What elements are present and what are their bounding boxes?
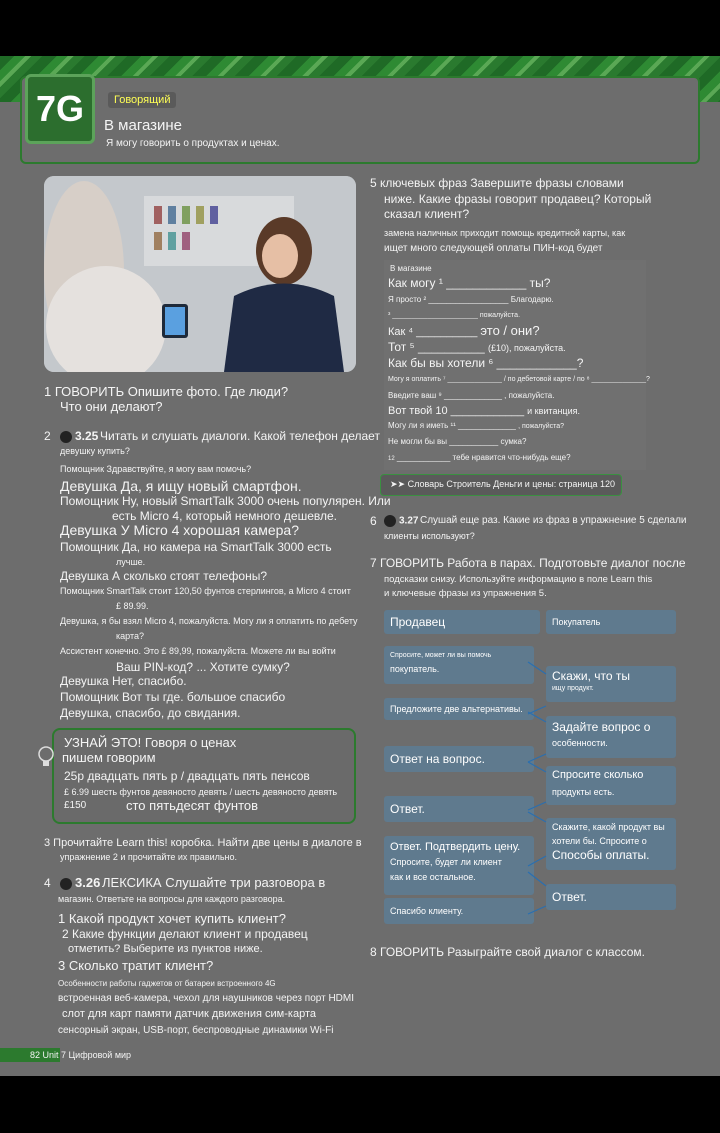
speaking-tag: Говорящий <box>108 92 177 108</box>
flow-arrow <box>527 761 547 773</box>
flow-arrows <box>527 661 547 915</box>
dialogue-line: £ 89.99. <box>116 601 149 611</box>
phrase-line: Вот твой 10 ____________ и квитанция. <box>388 405 580 417</box>
ex3-text: 3 Прочитайте Learn this! коробка. Найти … <box>44 837 362 849</box>
ex2-audio: 3.25 <box>60 429 98 443</box>
ex5-line2: ниже. Какие фразы говорит продавец? Кото… <box>384 192 652 206</box>
dialogue-line: Помощник SmartTalk стоит 120,50 фунтов с… <box>60 586 351 596</box>
lightbulb-icon <box>38 746 54 768</box>
know-subtitle: пишем говорим <box>62 750 156 765</box>
know-line2: £ 6.99 шесть фунтов девяносто девять / ш… <box>64 787 338 797</box>
ex4-features2: встроенная веб-камера, чехол для наушник… <box>58 993 355 1004</box>
ex1-label: 1 ГОВОРИТЬ Опишите фото. Где люди? <box>44 384 289 399</box>
vocabulary-builder-text[interactable]: ➤➤ Словарь Строитель Деньги и цены: стра… <box>390 479 615 490</box>
ex7-line2: подсказки снизу. Используйте информацию … <box>384 574 653 585</box>
ex4-line2: магазин. Ответьте на вопросы для каждого… <box>58 894 286 904</box>
ex4-q3: 3 Сколько тратит клиент? <box>58 958 214 973</box>
dialogue-line: Девушка А сколько стоят телефоны? <box>60 569 267 583</box>
know-title: УЗНАЙ ЭТО! Говоря о ценах <box>64 735 237 750</box>
ex2-text: Читать и слушать диалоги. Какой телефон … <box>100 429 380 443</box>
phrase-line: Тот ⁵ __________ (£10), пожалуйста. <box>388 340 566 354</box>
page-subtitle: Я могу говорить о продуктах и ценах. <box>106 138 280 149</box>
ex7-title: 7 ГОВОРИТЬ Работа в парах. Подготовьте д… <box>370 556 686 570</box>
phrase-line: Могу я оплатить ⁷ ______________ / по де… <box>388 376 650 383</box>
flow-arrow <box>527 661 547 675</box>
phrase-line: Как бы вы хотели ⁶ ____________? <box>388 356 584 370</box>
ex5-line3: сказал клиент? <box>384 207 470 221</box>
know-line4: сто пятьдесят фунтов <box>126 798 259 813</box>
ex4-features1: Особенности работы гаджетов от батареи в… <box>58 979 276 988</box>
ex4-features4: сенсорный экран, USB-порт, беспроводные … <box>58 1025 334 1036</box>
phrase-line: Введите ваш ⁹ _____________ , пожалуйста… <box>388 391 555 400</box>
flow-arrow <box>527 705 547 715</box>
page-title: В магазине <box>104 117 183 134</box>
phrase-line: Могу ли я иметь ¹¹ _____________ , пожал… <box>388 421 565 430</box>
dialogue-line: карта? <box>116 631 144 641</box>
phrase-line: 12 ____________ тебе нравится что-нибудь… <box>388 453 571 462</box>
phrase-line: Я просто ² __________________ Благодарю. <box>388 295 554 304</box>
arrow-icon: ➤➤ <box>390 479 408 489</box>
ex4-title: ЛЕКСИКА Слушайте три разговора в <box>102 875 326 890</box>
dialogue-line: лучше. <box>116 557 146 567</box>
ex4-q2b: отметить? Выберите из пунктов ниже. <box>68 943 263 955</box>
ex6-audio-track: 3.27 <box>399 515 419 527</box>
ex2-label: 2 <box>44 429 51 443</box>
ex4-features3: слот для карт памяти датчик движения сим… <box>62 1008 316 1020</box>
dialogue-line: Девушка, я бы взял Micro 4, пожалуйста. … <box>60 616 358 626</box>
flow-arrow <box>527 871 547 887</box>
ex4-audio-track: 3.26 <box>75 875 101 890</box>
phrase-line: Как могу ¹ ____________ ты? <box>388 276 551 290</box>
ex4-q2: 2 Какие функции делают клиент и продавец <box>62 927 308 941</box>
dialogue-line: Девушка Да, я ищу новый смартфон. <box>60 478 302 494</box>
ex3-line2: упражнение 2 и прочитайте их правильно. <box>60 852 238 862</box>
ex1-line2: Что они делают? <box>60 399 163 414</box>
phrase-line: ³ ______________________ пожалуйста. <box>388 312 521 319</box>
ex4-audio: 3.26 <box>60 876 100 890</box>
dialogue-line: Девушка Нет, спасибо. <box>60 674 187 688</box>
phrase-heading: В магазине <box>390 264 432 273</box>
ex6-text: Слушай еще раз. Какие из фраз в упражнен… <box>420 515 687 526</box>
ex5-words1: замена наличных приходит помощь кредитно… <box>384 228 626 238</box>
unit-tag: 7G <box>25 74 95 144</box>
dialogue-line: Помощник Да, но камера на SmartTalk 3000… <box>60 540 332 554</box>
textbook-page: 7G Говорящий В магазине Я могу говорить … <box>0 56 720 1076</box>
flow-arrow <box>527 753 547 763</box>
dialogue-line: есть Micro 4, который немного дешевле. <box>112 509 337 523</box>
ex8-text: 8 ГОВОРИТЬ Разыграйте свой диалог с клас… <box>370 945 645 959</box>
ex4-q1: 1 Какой продукт хочет купить клиент? <box>58 911 286 926</box>
dialogue-line: Девушка, спасибо, до свидания. <box>60 706 241 720</box>
headphones-icon <box>384 515 396 527</box>
ex6-line2: клиенты используют? <box>384 531 475 541</box>
phrase-line: Как ⁴ __________ это / они? <box>388 323 540 339</box>
ex2-line2: девушку купить? <box>60 446 130 456</box>
ex4-label: 4 <box>44 876 51 890</box>
flow-arrow <box>527 811 547 823</box>
flow-arrow <box>527 905 547 915</box>
ex6-audio: 3.27 <box>384 515 418 527</box>
ex5-words2: ищет много следующей оплаты ПИН-код буде… <box>384 243 603 254</box>
flow-arrow <box>527 711 547 723</box>
dialogue-line: Девушка У Micro 4 хорошая камера? <box>60 522 299 538</box>
know-line3: £150 <box>64 800 87 811</box>
headphones-icon <box>60 877 72 890</box>
shop-photo-illustration <box>44 176 356 372</box>
dialogue-line: Ассистент конечно. Это £ 89,99, пожалуйс… <box>60 646 336 656</box>
dialogue-line: Помощник Вот ты где. большое спасибо <box>60 690 286 704</box>
flow-arrow <box>527 801 547 811</box>
headphones-icon <box>60 430 72 443</box>
ex2-audio-track: 3.25 <box>75 429 99 443</box>
phrase-line: Не могли бы вы ___________ сумка? <box>388 437 527 446</box>
dialogue-line: Помощник Ну, новый SmartTalk 3000 очень … <box>60 494 391 508</box>
page-number: 82 Unit 7 Цифровой мир <box>30 1050 132 1060</box>
shop-photo <box>44 176 356 372</box>
ex5-title: 5 ключевых фраз Завершите фразы словами <box>370 176 624 190</box>
ex7-line3: и ключевые фразы из упражнения 5. <box>384 588 547 599</box>
flow-arrow <box>527 855 547 867</box>
dialogue-line: Помощник Здравствуйте, я могу вам помочь… <box>60 464 252 474</box>
ex6-label: 6 <box>370 514 377 528</box>
know-line1: 25p двадцать пять p / двадцать пять пенс… <box>64 769 310 783</box>
dialogue-line: Ваш PIN-код? ... Хотите сумку? <box>116 660 290 674</box>
